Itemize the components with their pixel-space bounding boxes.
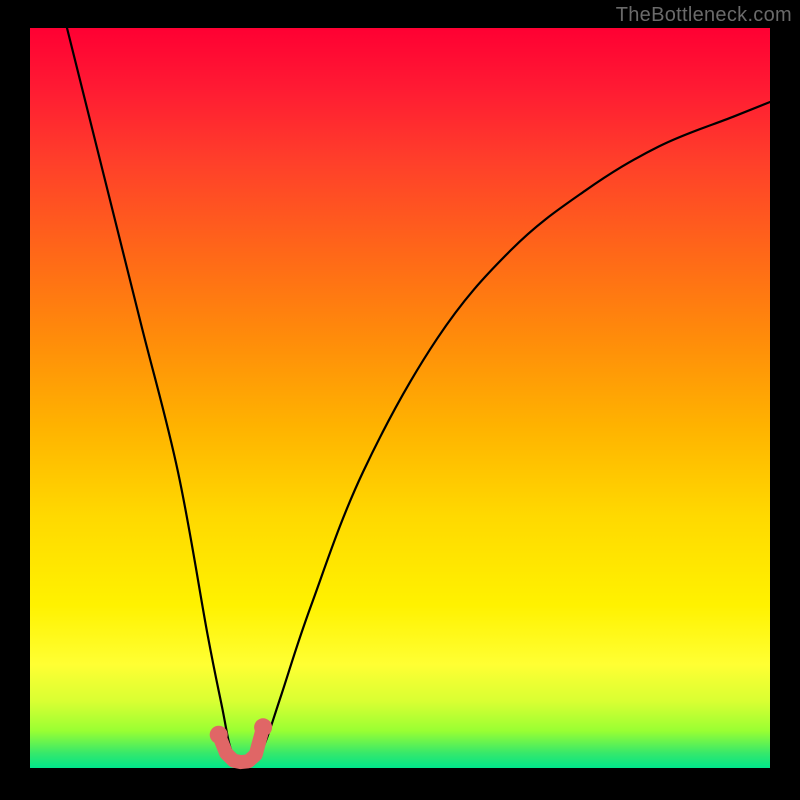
bottleneck-curve (67, 28, 770, 762)
watermark-text: TheBottleneck.com (616, 4, 792, 27)
trough-marker-dot (210, 726, 228, 744)
trough-markers (210, 718, 272, 762)
trough-marker-dot (254, 718, 272, 736)
curve-layer (30, 28, 770, 768)
chart-frame: TheBottleneck.com (0, 0, 800, 800)
plot-area (30, 28, 770, 768)
